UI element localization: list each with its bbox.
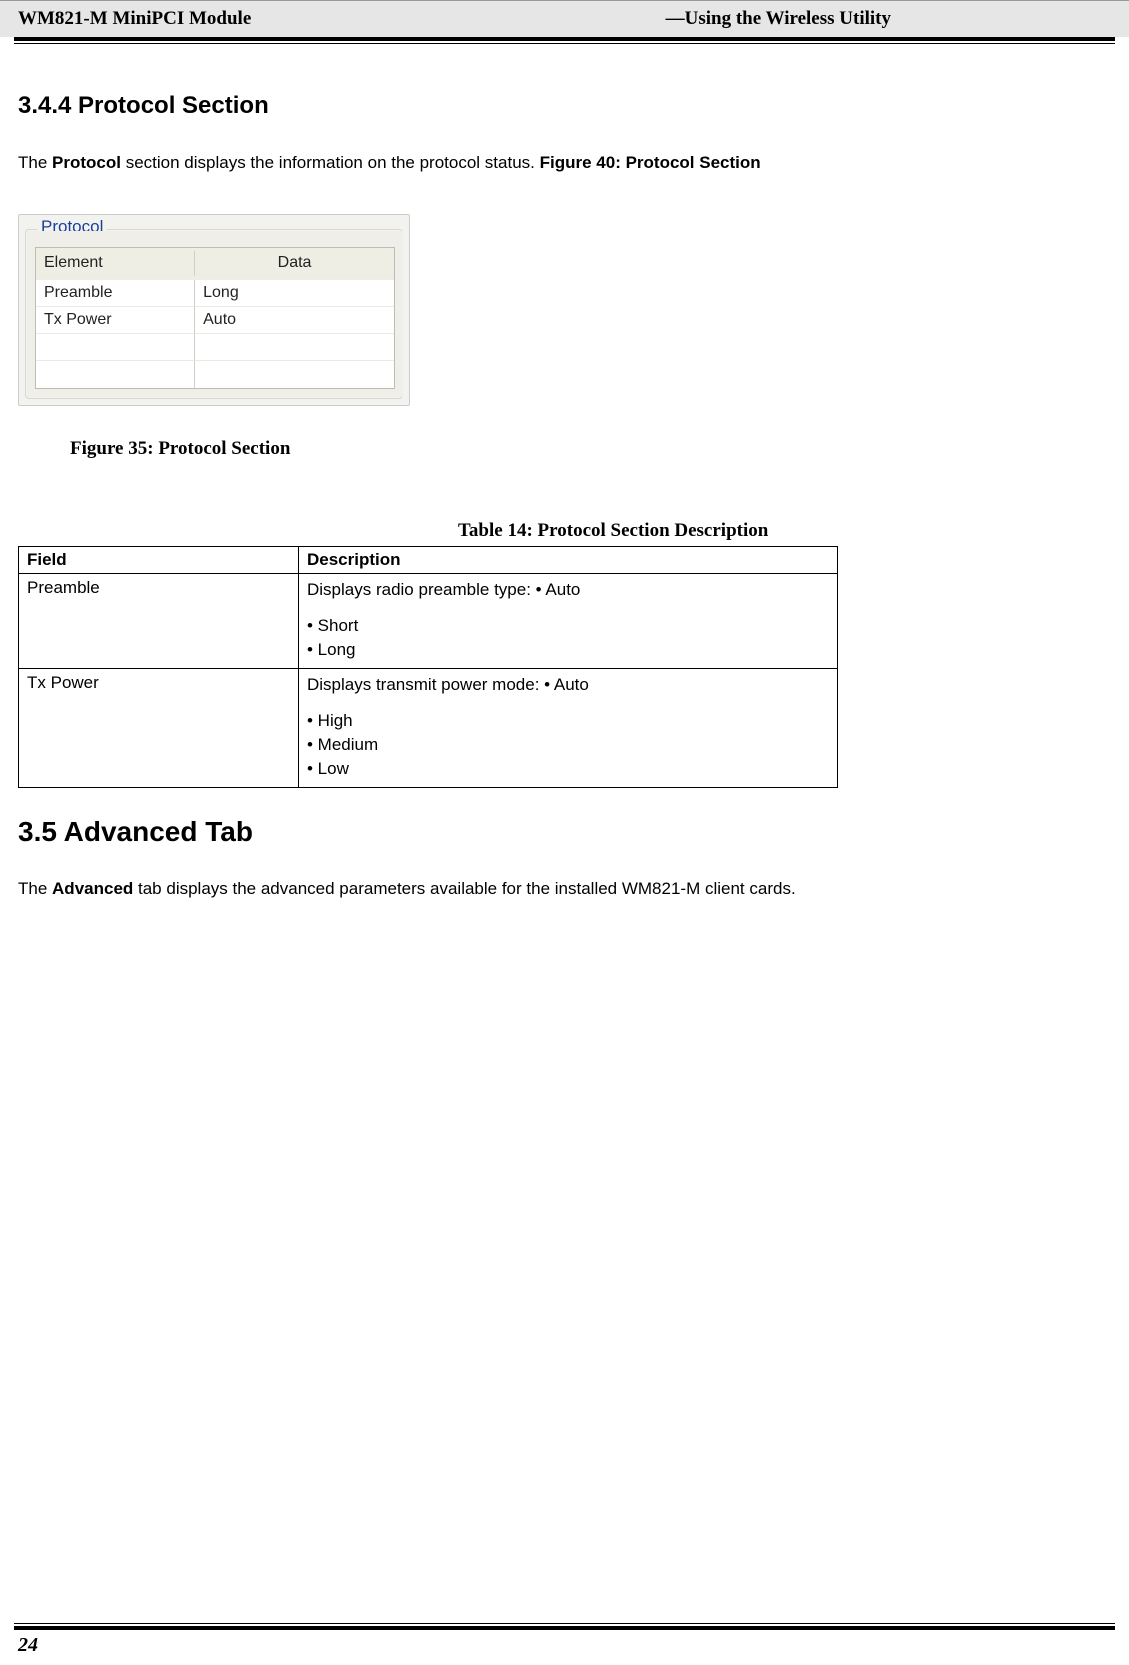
col-header-element: Element (36, 251, 195, 276)
cell-field: Tx Power (19, 668, 299, 787)
text-bold: Advanced (52, 879, 133, 898)
header-rule-thick (14, 37, 1115, 41)
text: The (18, 153, 52, 172)
desc-bullet: • Long (307, 640, 829, 660)
desc-line: Displays radio preamble type: • Auto (307, 580, 829, 600)
header-right: —Using the Wireless Utility (666, 8, 1111, 30)
desc-bullet: • Short (307, 616, 829, 636)
cell-description: Displays transmit power mode: • Auto • H… (299, 668, 838, 787)
col-header-data: Data (195, 251, 394, 276)
table-row: Tx Power Auto (36, 307, 394, 334)
text-bold: Protocol (52, 153, 121, 172)
groupbox-inner: Element Data Preamble Long Tx Power Auto (27, 231, 403, 397)
protocol-screenshot: Protocol Element Data Preamble Long Tx P… (18, 214, 410, 406)
page-header: WM821-M MiniPCI Module —Using the Wirele… (0, 0, 1129, 37)
figure-text: Protocol Section (154, 438, 291, 459)
protocol-description-table: Field Description Preamble Displays radi… (18, 546, 838, 788)
cell-element: Tx Power (36, 307, 195, 334)
heading-advanced-tab: 3.5 Advanced Tab (18, 816, 1111, 848)
footer-rule-thick (14, 1626, 1115, 1630)
page-number: 24 (14, 1634, 1115, 1657)
table-row (36, 361, 394, 388)
protocol-table-header: Element Data (36, 248, 394, 280)
cell-data: Long (195, 280, 394, 307)
footer-rule-thin (14, 1623, 1115, 1624)
header-left: WM821-M MiniPCI Module (18, 8, 251, 30)
table-row: Preamble Long (36, 280, 394, 307)
page-footer: 24 (14, 1623, 1115, 1657)
figure-caption: Figure 35: Protocol Section (70, 438, 1111, 460)
desc-bullet: • Medium (307, 735, 829, 755)
cell-field: Preamble (19, 573, 299, 668)
table-row: Preamble Displays radio preamble type: •… (19, 573, 838, 668)
cell-description: Displays radio preamble type: • Auto • S… (299, 573, 838, 668)
text: section displays the information on the … (121, 153, 540, 172)
desc-bullet: • High (307, 711, 829, 731)
heading-protocol-section: 3.4.4 Protocol Section (18, 92, 1111, 120)
table-label: Table 14: (458, 520, 533, 541)
page-content: 3.4.4 Protocol Section The Protocol sect… (0, 44, 1129, 901)
table-head-row: Field Description (19, 546, 838, 573)
col-header-description: Description (299, 546, 838, 573)
protocol-intro-paragraph: The Protocol section displays the inform… (18, 150, 1111, 176)
cell-data (195, 334, 394, 361)
table-row (36, 334, 394, 361)
cell-element: Preamble (36, 280, 195, 307)
text: tab displays the advanced parameters ava… (133, 879, 795, 898)
col-header-field: Field (19, 546, 299, 573)
figure-reference: Figure 40: Protocol Section (540, 153, 761, 172)
cell-element (36, 361, 195, 388)
cell-element (36, 334, 195, 361)
advanced-intro-paragraph: The Advanced tab displays the advanced p… (18, 876, 1111, 902)
desc-bullet: • Low (307, 759, 829, 779)
figure-label: Figure 35: (70, 438, 154, 459)
cell-data (195, 361, 394, 388)
table-caption: Table 14: Protocol Section Description (458, 520, 1111, 542)
desc-line: Displays transmit power mode: • Auto (307, 675, 829, 695)
table-text: Protocol Section Description (533, 520, 769, 541)
table-row: Tx Power Displays transmit power mode: •… (19, 668, 838, 787)
cell-data: Auto (195, 307, 394, 334)
text: The (18, 879, 52, 898)
protocol-table: Element Data Preamble Long Tx Power Auto (35, 247, 395, 389)
